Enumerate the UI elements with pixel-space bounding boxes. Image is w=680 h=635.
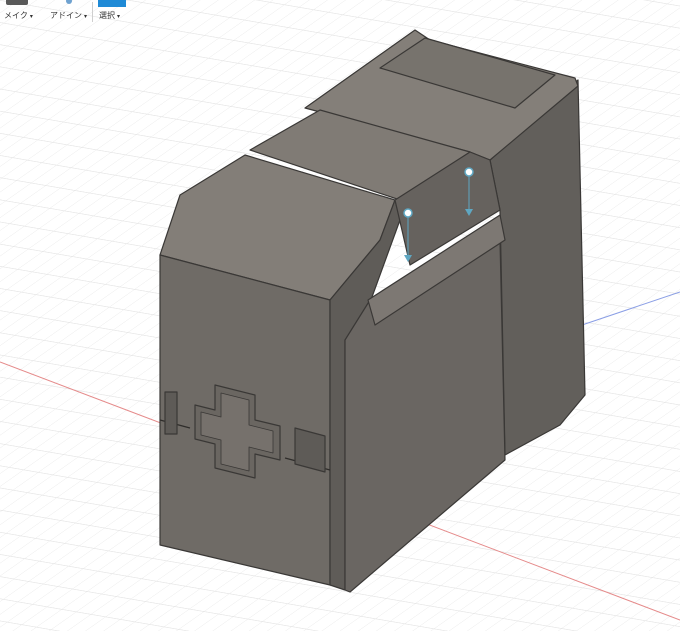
addins-label-wrap: アドイン ▾: [50, 10, 87, 21]
select-button[interactable]: 選択 ▾: [96, 0, 132, 24]
make-dropdown-icon: ▾: [29, 13, 33, 20]
addins-icon: [66, 0, 72, 4]
canvas-svg[interactable]: [0, 0, 680, 631]
addins-label: アドイン: [50, 11, 82, 20]
joint-origin-icon-1[interactable]: [403, 208, 413, 218]
toolbar-divider: [92, 2, 93, 22]
select-dropdown-icon: ▾: [117, 13, 121, 20]
latch-slot-left: [164, 391, 178, 435]
select-label-wrap: 選択 ▾: [99, 10, 120, 21]
select-icon: [98, 0, 126, 7]
addins-button[interactable]: アドイン ▾: [46, 0, 90, 24]
make-label-wrap: メイク ▾: [4, 10, 33, 21]
select-label: 選択: [99, 11, 115, 20]
toolbar: メイク ▾ アドイン ▾ 選択 ▾: [0, 0, 140, 24]
make-icon: [6, 0, 28, 5]
joint-origin-icon-2[interactable]: [464, 167, 474, 177]
addins-dropdown-icon: ▾: [84, 13, 88, 20]
make-label: メイク: [4, 11, 28, 20]
latch-slot-right: [294, 427, 326, 473]
3d-viewport[interactable]: [0, 0, 680, 631]
make-button[interactable]: メイク ▾: [0, 0, 40, 24]
